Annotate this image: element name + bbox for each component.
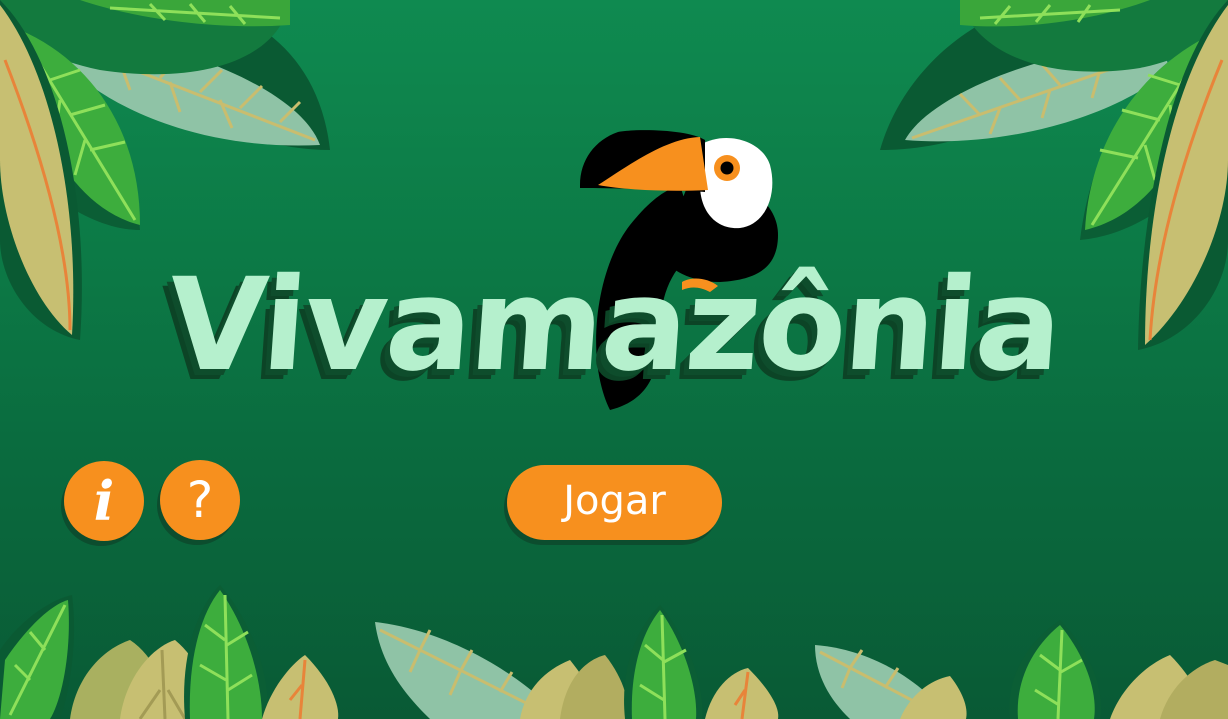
play-button-label: Jogar — [563, 477, 666, 524]
play-button[interactable]: Jogar — [507, 465, 722, 540]
title-screen: Vivamazônia i ? Jogar — [0, 0, 1228, 719]
help-icon: ? — [186, 471, 214, 529]
help-button[interactable]: ? — [160, 460, 240, 540]
game-title: Vivamazônia — [162, 251, 1066, 400]
info-icon: i — [93, 469, 115, 533]
info-button[interactable]: i — [64, 461, 144, 541]
